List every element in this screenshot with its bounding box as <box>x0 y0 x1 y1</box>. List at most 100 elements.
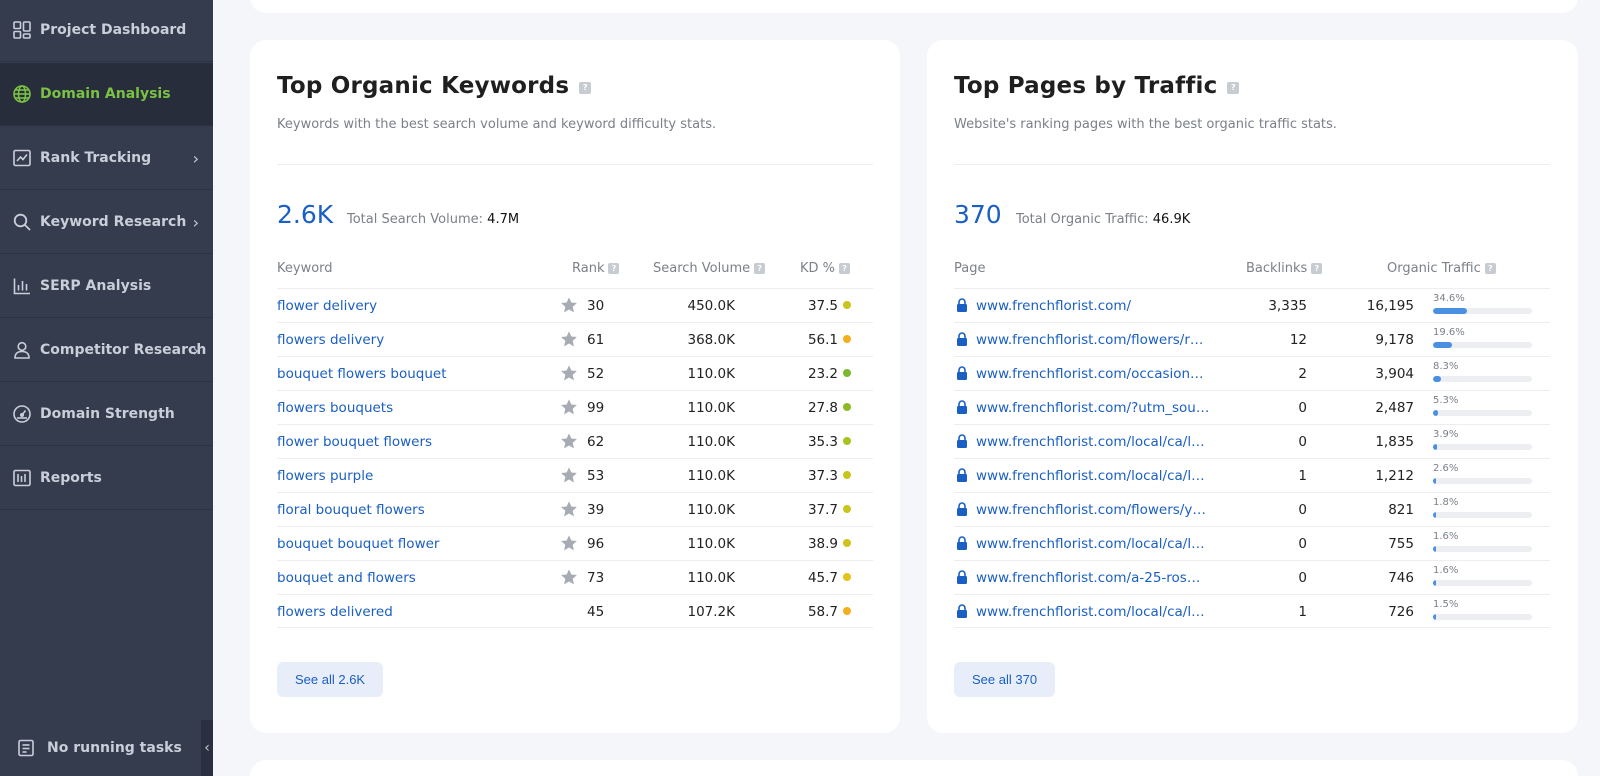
lock-icon <box>956 535 968 550</box>
keyword-link[interactable]: floral bouquet flowers <box>277 502 425 518</box>
keyword-link[interactable]: flower bouquet flowers <box>277 434 432 450</box>
column-header-page[interactable]: Page <box>954 261 985 276</box>
sidebar-item-serp-analysis[interactable]: SERP Analysis <box>0 255 213 318</box>
kd-cell: 38.9 <box>808 536 851 552</box>
page-link[interactable]: www.frenchflorist.com/occasion… <box>976 366 1204 382</box>
total-search-volume-label: Total Search Volume: <box>347 212 484 227</box>
organic-traffic-value: 1,835 <box>1375 434 1414 450</box>
see-all-keywords-button[interactable]: See all 2.6K <box>277 662 384 697</box>
organic-traffic-value: 746 <box>1388 570 1414 586</box>
lock-icon <box>956 569 968 584</box>
column-header-rank-label: Rank <box>572 261 605 276</box>
organic-traffic-value: 1,212 <box>1375 468 1414 484</box>
search-volume-value: 110.0K <box>687 536 735 552</box>
sidebar-item-domain-analysis[interactable]: Domain Analysis <box>0 63 213 126</box>
kd-cell: 56.1 <box>808 332 851 348</box>
kd-indicator-dot <box>843 403 851 411</box>
column-header-search-volume[interactable]: Search Volume? <box>653 261 766 276</box>
star-icon <box>560 500 578 518</box>
running-tasks-status[interactable]: No running tasks <box>0 720 201 776</box>
backlinks-value: 1 <box>1298 604 1307 620</box>
page-link[interactable]: www.frenchflorist.com/local/ca/l… <box>976 468 1205 484</box>
traffic-share-label: 3.9% <box>1433 429 1459 440</box>
keyword-link[interactable]: bouquet and flowers <box>277 570 416 586</box>
backlinks-value: 0 <box>1298 400 1307 416</box>
sidebar-collapse-button[interactable]: ‹ <box>201 720 213 776</box>
pages-card-description: Website's ranking pages with the best or… <box>954 117 1337 132</box>
star-icon <box>560 432 578 450</box>
kd-cell: 45.7 <box>808 570 851 586</box>
help-icon[interactable]: ? <box>579 82 592 94</box>
traffic-share-bar-fill <box>1433 614 1436 620</box>
kd-cell: 58.7 <box>808 604 851 620</box>
keyword-link[interactable]: flowers purple <box>277 468 373 484</box>
keyword-link[interactable]: flower delivery <box>277 298 377 314</box>
kd-indicator-dot <box>843 607 851 615</box>
sidebar-item-reports[interactable]: Reports <box>0 447 213 510</box>
page-link[interactable]: www.frenchflorist.com/?utm_sou… <box>976 400 1209 416</box>
column-header-kd[interactable]: KD %? <box>800 261 851 276</box>
traffic-share-bar-fill <box>1433 512 1436 518</box>
sidebar-item-keyword-research[interactable]: Keyword Research › <box>0 191 213 254</box>
lock-icon <box>956 399 968 414</box>
keyword-link[interactable]: flowers delivery <box>277 332 384 348</box>
kd-value: 37.5 <box>807 298 838 314</box>
page-link[interactable]: www.frenchflorist.com/local/ca/l… <box>976 604 1205 620</box>
table-row: www.frenchflorist.com/local/ca/l… 0 1,835 3… <box>954 424 1550 458</box>
help-icon[interactable]: ? <box>1484 263 1496 274</box>
kd-value: 45.7 <box>807 570 838 586</box>
sidebar-item-project-dashboard[interactable]: Project Dashboard <box>0 0 213 62</box>
backlinks-value: 1 <box>1298 468 1307 484</box>
table-row: bouquet and flowers 73 110.0K 45.7 <box>277 560 873 594</box>
keyword-link[interactable]: flowers delivered <box>277 604 393 620</box>
page-link[interactable]: www.frenchflorist.com/flowers/r… <box>976 332 1203 348</box>
sidebar-item-rank-tracking[interactable]: Rank Tracking › <box>0 127 213 190</box>
keyword-link[interactable]: bouquet bouquet flower <box>277 536 439 552</box>
traffic-share-bar <box>1433 444 1532 450</box>
keyword-link[interactable]: flowers bouquets <box>277 400 393 416</box>
traffic-share-bar <box>1433 478 1532 484</box>
page-link[interactable]: www.frenchflorist.com/ <box>976 298 1131 314</box>
page-link[interactable]: www.frenchflorist.com/a-25-ros… <box>976 570 1200 586</box>
column-header-backlinks[interactable]: Backlinks? <box>1246 261 1323 276</box>
backlinks-value: 12 <box>1289 332 1307 348</box>
keyword-link[interactable]: bouquet flowers bouquet <box>277 366 447 382</box>
table-row: bouquet flowers bouquet 52 110.0K 23.2 <box>277 356 873 390</box>
sidebar-item-label: Reports <box>40 470 102 486</box>
organic-traffic-value: 3,904 <box>1375 366 1414 382</box>
lock-icon <box>956 433 968 448</box>
kd-value: 38.9 <box>807 536 838 552</box>
chevron-right-icon: › <box>192 341 199 360</box>
sidebar-item-competitor-research[interactable]: Competitor Research › <box>0 319 213 382</box>
table-row: flowers delivery 61 368.0K 56.1 <box>277 322 873 356</box>
page-link[interactable]: www.frenchflorist.com/local/ca/l… <box>976 434 1205 450</box>
divider <box>954 164 1550 165</box>
help-icon[interactable]: ? <box>839 263 851 274</box>
help-icon[interactable]: ? <box>754 263 766 274</box>
kd-cell: 37.5 <box>808 298 851 314</box>
help-icon[interactable]: ? <box>608 263 620 274</box>
column-header-backlinks-label: Backlinks <box>1246 261 1308 276</box>
tasks-label: No running tasks <box>47 740 182 756</box>
help-icon[interactable]: ? <box>1227 82 1240 94</box>
lock-icon <box>956 297 968 312</box>
column-header-organic-traffic[interactable]: Organic Traffic? <box>1387 261 1496 276</box>
sidebar-item-domain-strength[interactable]: Domain Strength <box>0 383 213 446</box>
see-all-pages-button[interactable]: See all 370 <box>954 662 1056 697</box>
card-above <box>250 0 1578 13</box>
lock-icon <box>956 501 968 516</box>
page-link[interactable]: www.frenchflorist.com/flowers/y… <box>976 502 1206 518</box>
column-header-keyword-label: Keyword <box>277 261 333 276</box>
kd-value: 35.3 <box>807 434 838 450</box>
search-volume-value: 110.0K <box>687 570 735 586</box>
table-row: flowers purple 53 110.0K 37.3 <box>277 458 873 492</box>
backlinks-value: 0 <box>1298 502 1307 518</box>
column-header-rank[interactable]: Rank? <box>572 261 620 276</box>
column-header-keyword[interactable]: Keyword <box>277 261 333 276</box>
help-icon[interactable]: ? <box>1311 263 1323 274</box>
traffic-share-label: 1.5% <box>1433 599 1459 610</box>
traffic-share-bar-fill <box>1433 546 1436 552</box>
page-link[interactable]: www.frenchflorist.com/local/ca/l… <box>976 536 1205 552</box>
traffic-share-bar <box>1433 614 1532 620</box>
card-below <box>250 760 1578 776</box>
